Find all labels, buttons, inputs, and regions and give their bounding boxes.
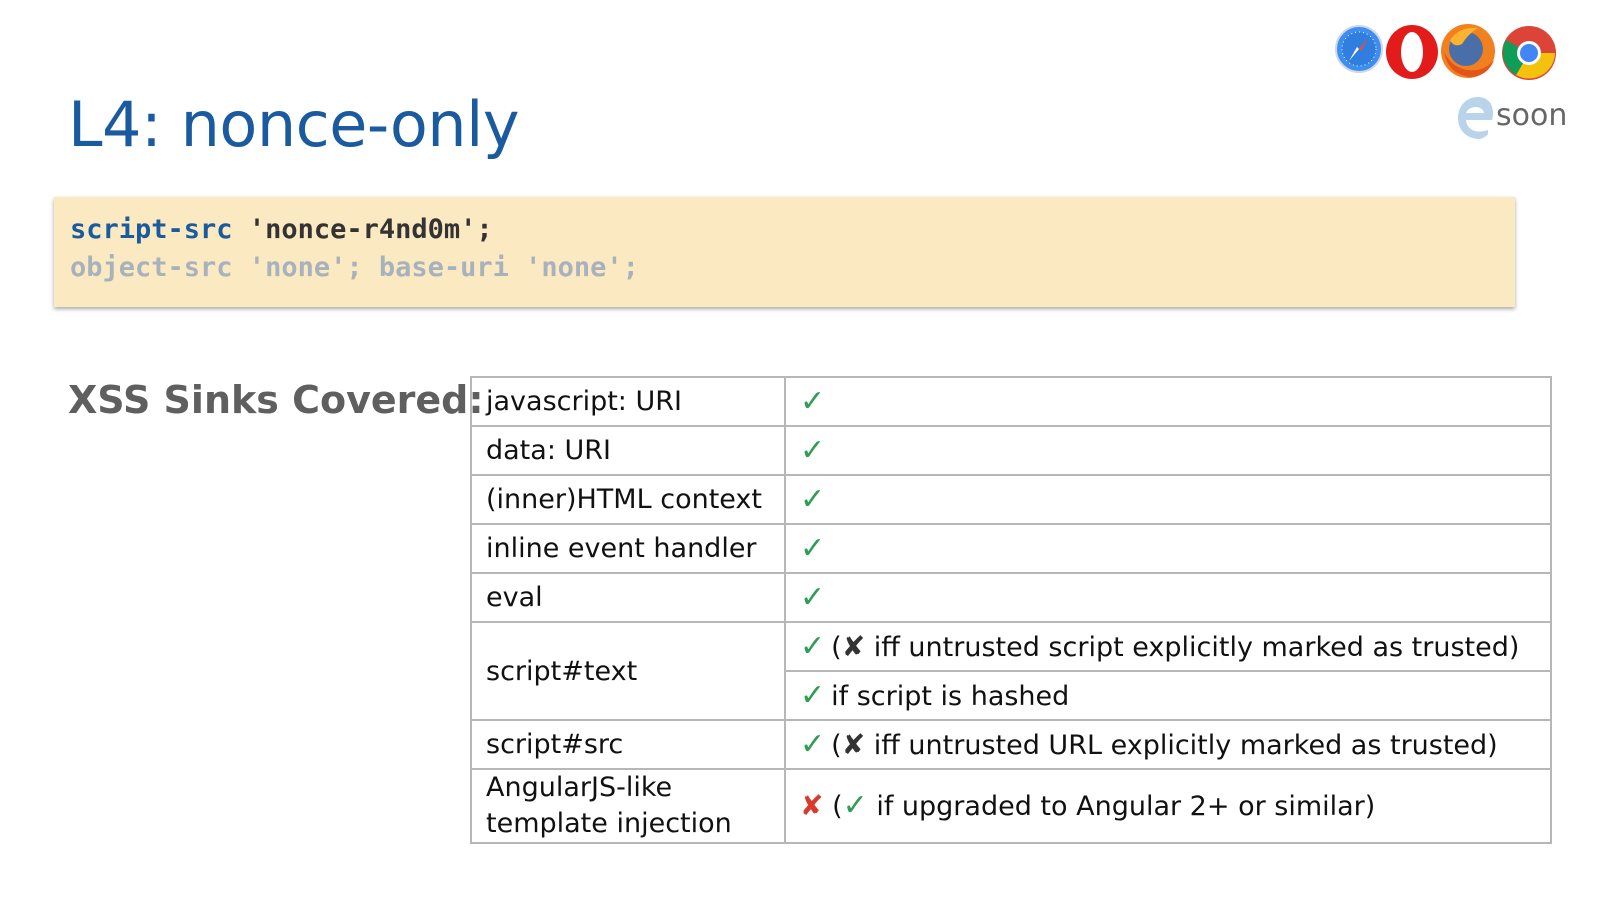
cross-icon: ✘ xyxy=(841,728,866,761)
sinks-heading: XSS Sinks Covered: xyxy=(68,378,484,422)
check-icon: ✓ xyxy=(800,433,826,468)
firefox-icon xyxy=(1441,24,1495,78)
check-icon: ✓ xyxy=(800,384,826,419)
table-row: script#src ✓ (✘ iff untrusted URL explici… xyxy=(470,719,1552,770)
sinks-table: javascript: URI ✓ data: URI ✓ (inner)HTM… xyxy=(470,376,1552,844)
edge-icon xyxy=(1458,96,1494,140)
check-icon: ✓ xyxy=(800,580,826,615)
table-row: data: URI ✓ xyxy=(470,425,1552,476)
check-icon: ✓ xyxy=(800,727,826,762)
sink-name: javascript: URI xyxy=(470,376,786,427)
coverage-cell: ✓ xyxy=(784,376,1552,427)
safari-icon xyxy=(1335,25,1383,73)
note-open-paren: ( xyxy=(831,632,842,663)
table-row: eval ✓ xyxy=(470,572,1552,623)
coverage-cell: ✓ if script is hashed xyxy=(784,670,1552,721)
note-open-paren: ( xyxy=(831,730,842,761)
sink-name: (inner)HTML context xyxy=(470,474,786,525)
coverage-cell: ✓ xyxy=(784,425,1552,476)
policy-terminator: ; xyxy=(476,214,493,245)
table-row: inline event handler ✓ xyxy=(470,523,1552,574)
soon-label: soon xyxy=(1496,98,1568,133)
nonce-value: 'nonce-r4nd0m' xyxy=(248,214,477,245)
table-row: javascript: URI ✓ xyxy=(470,376,1552,427)
coverage-note: if script is hashed xyxy=(831,681,1070,712)
chrome-icon xyxy=(1502,26,1556,80)
coverage-cell: ✓ (✘ iff untrusted script explicitly mark… xyxy=(784,621,1552,672)
sink-name-line-1: AngularJS-like xyxy=(486,772,673,803)
check-icon: ✓ xyxy=(800,678,826,713)
sink-name: data: URI xyxy=(470,425,786,476)
coverage-cell: ✘ (✓ if upgraded to Angular 2+ or simila… xyxy=(784,768,1552,844)
policy-line-2: object-src 'none'; base-uri 'none'; xyxy=(70,252,639,283)
opera-icon xyxy=(1386,25,1438,79)
table-row: AngularJS-like template injection ✘ (✓ if… xyxy=(470,768,1552,844)
coverage-note: if upgraded to Angular 2+ or similar) xyxy=(867,790,1376,822)
sink-name: script#text xyxy=(470,621,786,721)
cross-icon: ✘ xyxy=(841,630,866,663)
coverage-cell: ✓ xyxy=(784,572,1552,623)
coverage-cell: ✓ xyxy=(784,474,1552,525)
check-icon: ✓ xyxy=(842,787,868,823)
check-icon: ✓ xyxy=(800,629,826,664)
check-icon: ✓ xyxy=(800,531,826,566)
table-row: (inner)HTML context ✓ xyxy=(470,474,1552,525)
sink-name: script#src xyxy=(470,719,786,770)
coverage-note: iff untrusted URL explicitly marked as t… xyxy=(865,730,1498,761)
directive-script-src: script-src xyxy=(70,214,233,245)
note-open-paren: ( xyxy=(832,790,843,822)
sink-name: eval xyxy=(470,572,786,623)
check-icon: ✓ xyxy=(800,482,826,517)
cross-icon: ✘ xyxy=(800,788,824,822)
coverage-cell: ✓ (✘ iff untrusted URL explicitly marked … xyxy=(784,719,1552,770)
sink-name: inline event handler xyxy=(470,523,786,574)
csp-policy-box: script-src 'nonce-r4nd0m'; object-src 'n… xyxy=(54,197,1515,307)
sink-name: AngularJS-like template injection xyxy=(470,768,786,844)
policy-line-1: script-src 'nonce-r4nd0m'; xyxy=(70,214,493,245)
sink-name-line-2: template injection xyxy=(486,808,732,839)
coverage-cell: ✓ xyxy=(784,523,1552,574)
slide-title: L4: nonce-only xyxy=(68,88,520,161)
coverage-note: iff untrusted script explicitly marked a… xyxy=(865,632,1520,663)
table-row: script#text ✓ (✘ iff untrusted script exp… xyxy=(470,621,1552,721)
